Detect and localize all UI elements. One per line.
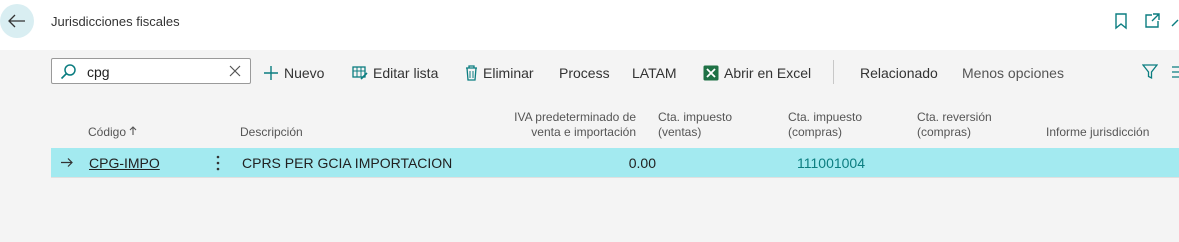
back-arrow-icon: [8, 14, 25, 28]
page-title: Jurisdicciones fiscales: [51, 14, 180, 29]
process-menu[interactable]: Process: [559, 64, 610, 82]
plus-icon: [264, 66, 278, 80]
column-header-code-label: Código: [88, 125, 127, 139]
new-button[interactable]: Nuevo: [263, 64, 324, 82]
column-header-reversal-line1: Cta. reversión: [917, 110, 992, 124]
search-icon: [60, 64, 76, 80]
row-vat-default: 0.00: [628, 155, 656, 171]
edit-list-icon: [352, 66, 368, 80]
trash-icon: [466, 65, 477, 81]
column-header-code[interactable]: Código: [88, 125, 137, 140]
column-header-report[interactable]: Informe jurisdicción: [1046, 125, 1149, 140]
excel-label: Abrir en Excel: [724, 65, 812, 81]
column-header-reversal-line2: (compras): [917, 125, 972, 139]
column-header-vat-default-line1: IVA predeterminado de: [514, 110, 636, 124]
open-in-excel-button[interactable]: Abrir en Excel: [703, 64, 811, 82]
row-arrow-icon: [61, 158, 73, 167]
column-header-tax-sales-line2: (ventas): [658, 125, 702, 139]
fewer-options-button[interactable]: Menos opciones: [962, 64, 1064, 82]
column-header-tax-sales-line1: Cta. impuesto: [658, 110, 733, 124]
column-header-vat-default-line2: venta e importación: [531, 125, 636, 139]
row-code-link[interactable]: CPG-IMPO: [89, 155, 160, 171]
row-description: CPRS PER GCIA IMPORTACION: [242, 155, 453, 171]
filter-icon[interactable]: [1142, 64, 1158, 80]
related-label: Relacionado: [860, 65, 938, 81]
popout-icon[interactable]: [1143, 12, 1161, 30]
edit-list-label: Editar lista: [373, 65, 439, 81]
back-button[interactable]: [0, 4, 34, 38]
edit-list-button[interactable]: Editar lista: [352, 64, 438, 82]
more-actions-icon[interactable]: [216, 155, 220, 171]
sort-ascending-icon: [129, 126, 137, 135]
table-row[interactable]: CPG-IMPO CPRS PER GCIA IMPORTACION 0.00 …: [51, 148, 1179, 177]
row-divider: [51, 177, 1179, 178]
delete-label: Eliminar: [483, 65, 534, 81]
process-label: Process: [559, 65, 610, 81]
collapse-icon[interactable]: [1170, 12, 1179, 30]
clear-search-icon[interactable]: [228, 64, 242, 78]
column-header-tax-purchases[interactable]: Cta. impuesto (compras): [788, 110, 862, 140]
bookmark-icon[interactable]: [1114, 12, 1128, 30]
latam-menu[interactable]: LATAM: [632, 64, 677, 82]
list-view-icon[interactable]: [1172, 66, 1179, 78]
search-input-value[interactable]: cpg: [87, 64, 110, 80]
page-header: Jurisdicciones fiscales: [0, 0, 1179, 50]
delete-button[interactable]: Eliminar: [465, 64, 534, 82]
fewer-options-label: Menos opciones: [962, 65, 1064, 81]
column-header-tax-purchases-line2: (compras): [788, 125, 843, 139]
new-label: Nuevo: [284, 65, 325, 81]
column-header-tax-purchases-line1: Cta. impuesto: [788, 110, 863, 124]
search-field[interactable]: cpg: [51, 58, 251, 84]
row-tax-purchases-link[interactable]: 111001004: [797, 155, 865, 171]
column-header-tax-sales[interactable]: Cta. impuesto (ventas): [658, 110, 732, 140]
column-header-vat-default[interactable]: IVA predeterminado de venta e importació…: [490, 110, 636, 140]
related-menu[interactable]: Relacionado: [860, 64, 938, 82]
column-header-reversal[interactable]: Cta. reversión (compras): [917, 110, 992, 140]
excel-icon: [703, 65, 719, 81]
latam-label: LATAM: [632, 65, 677, 81]
column-header-description[interactable]: Descripción: [240, 125, 303, 140]
toolbar-divider: [833, 60, 834, 84]
